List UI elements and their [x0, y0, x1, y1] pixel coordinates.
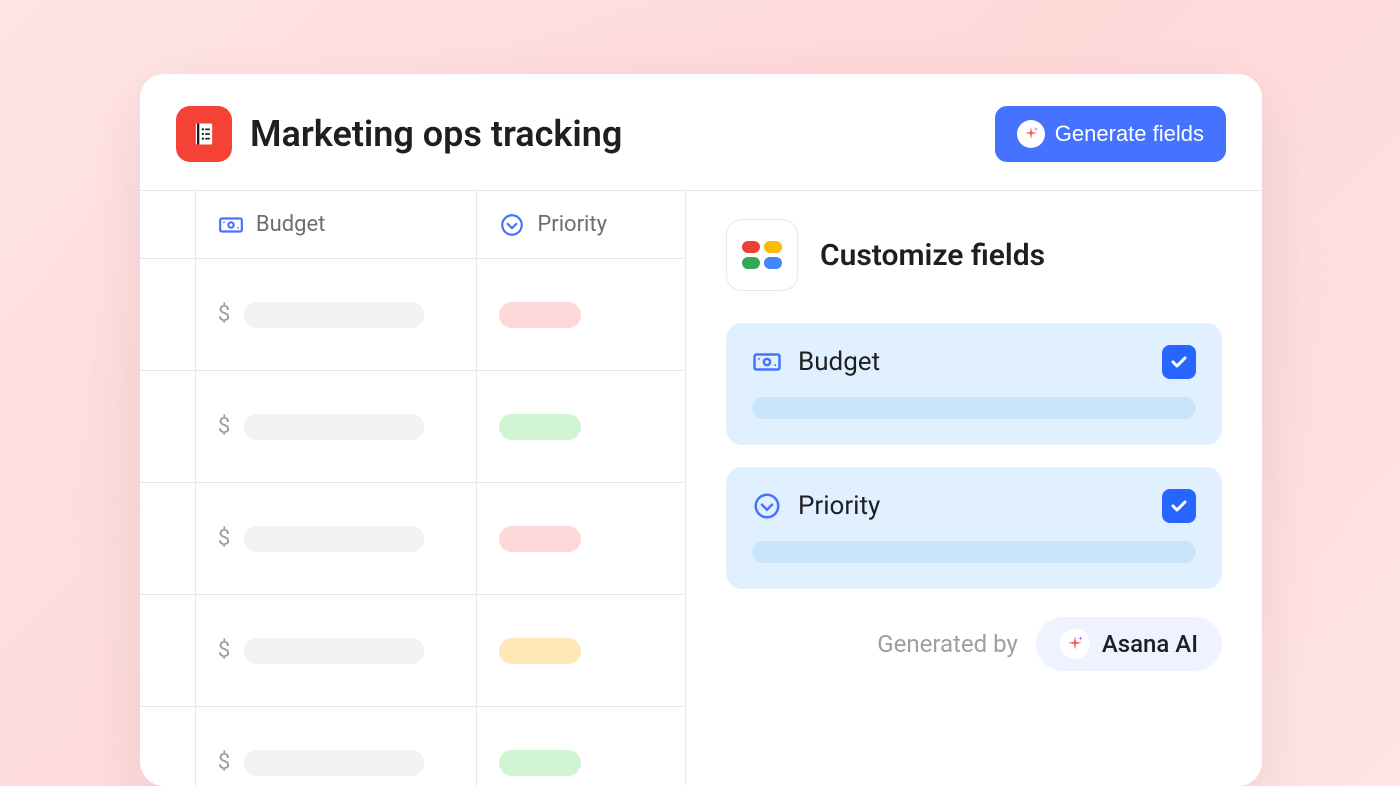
value-placeholder	[244, 750, 424, 776]
main-content: Budget Priority $	[140, 190, 1262, 786]
generate-button-label: Generate fields	[1055, 121, 1204, 147]
priority-cell[interactable]	[477, 595, 685, 706]
priority-badge	[499, 302, 581, 328]
column-header-budget[interactable]: Budget	[196, 191, 477, 258]
field-card-budget[interactable]: Budget	[726, 323, 1222, 445]
priority-cell[interactable]	[477, 707, 685, 786]
generated-by-label: Generated by	[877, 630, 1018, 658]
field-description-placeholder	[752, 397, 1196, 419]
field-checkbox[interactable]	[1162, 345, 1196, 379]
customize-title: Customize fields	[820, 238, 1045, 273]
sparkle-icon	[1060, 629, 1090, 659]
money-icon	[218, 212, 244, 238]
column-headers: Budget Priority	[140, 191, 685, 259]
column-header-priority[interactable]: Priority	[477, 191, 685, 258]
table-row[interactable]: $	[140, 371, 685, 483]
value-placeholder	[244, 638, 424, 664]
column-spacer	[140, 191, 196, 258]
budget-cell[interactable]: $	[196, 595, 477, 706]
project-icon	[176, 106, 232, 162]
table-row[interactable]: $	[140, 707, 685, 786]
value-placeholder	[244, 526, 424, 552]
currency-symbol: $	[218, 750, 230, 775]
currency-symbol: $	[218, 414, 230, 439]
budget-cell[interactable]: $	[196, 483, 477, 594]
currency-symbol: $	[218, 526, 230, 551]
priority-cell[interactable]	[477, 483, 685, 594]
priority-badge	[499, 638, 581, 664]
currency-symbol: $	[218, 638, 230, 663]
priority-badge	[499, 526, 581, 552]
value-placeholder	[244, 414, 424, 440]
asana-ai-badge[interactable]: Asana AI	[1036, 617, 1222, 671]
project-title: Marketing ops tracking	[250, 113, 977, 155]
table: Budget Priority $	[140, 191, 686, 786]
field-description-placeholder	[752, 541, 1196, 563]
priority-icon	[752, 491, 782, 521]
field-card-priority[interactable]: Priority	[726, 467, 1222, 589]
customize-fields-icon	[726, 219, 798, 291]
table-row[interactable]: $	[140, 483, 685, 595]
priority-badge	[499, 414, 581, 440]
field-label: Priority	[798, 491, 1146, 521]
column-label: Priority	[537, 212, 607, 237]
check-icon	[1169, 352, 1189, 372]
customize-header: Customize fields	[726, 219, 1222, 291]
currency-symbol: $	[218, 302, 230, 327]
field-label: Budget	[798, 347, 1146, 377]
customize-sidebar: Customize fields Budget	[686, 191, 1262, 786]
generated-by-row: Generated by Asana AI	[726, 617, 1222, 671]
budget-cell[interactable]: $	[196, 371, 477, 482]
value-placeholder	[244, 302, 424, 328]
budget-cell[interactable]: $	[196, 259, 477, 370]
priority-icon	[499, 212, 525, 238]
priority-cell[interactable]	[477, 259, 685, 370]
project-card: Marketing ops tracking Generate fields	[140, 74, 1262, 786]
header: Marketing ops tracking Generate fields	[140, 74, 1262, 190]
check-icon	[1169, 496, 1189, 516]
table-row[interactable]: $	[140, 259, 685, 371]
budget-cell[interactable]: $	[196, 707, 477, 786]
sparkle-icon	[1017, 120, 1045, 148]
priority-cell[interactable]	[477, 371, 685, 482]
priority-badge	[499, 750, 581, 776]
money-icon	[752, 347, 782, 377]
field-checkbox[interactable]	[1162, 489, 1196, 523]
ai-badge-label: Asana AI	[1102, 630, 1198, 658]
column-label: Budget	[256, 212, 325, 237]
generate-fields-button[interactable]: Generate fields	[995, 106, 1226, 162]
table-row[interactable]: $	[140, 595, 685, 707]
